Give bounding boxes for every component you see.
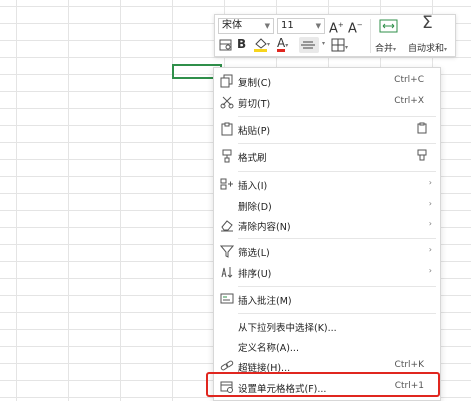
menu-item-label: 从下拉列表中选择(K)... [238,323,337,334]
format-cells-icon [219,39,232,51]
menu-item-define-name[interactable]: 定义名称(A)... [214,335,440,357]
decrease-font-icon: A [348,21,357,37]
menu-separator [238,286,436,287]
filter-icon [219,244,235,258]
eraser-icon [220,218,234,232]
bold-button[interactable]: B [237,37,246,51]
svg-text:▾: ▾ [345,44,348,51]
fill-color-icon: ▾ [254,38,270,52]
font-color-icon: A [277,36,286,52]
shortcut-label: Ctrl+K [394,360,424,370]
paste-icon [220,122,234,136]
svg-text:▾: ▾ [267,41,270,48]
menu-item-label: 删除(D) [238,202,272,213]
paste-options-icon[interactable] [416,122,428,137]
chevron-right-icon: › [428,266,432,275]
font-size-select[interactable]: 11 ▼ [277,18,325,34]
font-color-button[interactable]: A▾ [277,36,288,53]
autosum-label[interactable]: 自动求和▾ [408,41,447,54]
format-painter-pin-icon[interactable] [416,149,428,164]
menu-item-sort[interactable]: 排序(U) › [214,261,440,283]
increase-font-icon: A [329,21,338,37]
shortcut-label: Ctrl+C [394,75,424,85]
highlight-box [206,372,440,397]
menu-separator [238,116,436,117]
menu-item-label: 复制(C) [238,78,272,89]
autosum-label-text: 自动求和 [408,44,445,54]
chevron-down-icon: ▼ [315,22,321,30]
menu-item-insert-comment[interactable]: 插入批注(M) [214,288,440,310]
font-name-select[interactable]: 宋体 ▼ [218,18,274,34]
decrease-font-button[interactable]: A− [348,18,363,36]
fill-color-button[interactable]: ▾ [253,37,271,57]
menu-item-pick-from-list[interactable]: 从下拉列表中选择(K)... [214,315,440,337]
menu-item-copy[interactable]: 复制(C) Ctrl+C [214,70,440,92]
borders-button[interactable]: ▾ [331,37,351,57]
increase-font-button[interactable]: A+ [329,18,344,36]
chevron-right-icon: › [428,245,432,254]
menu-item-format-painter[interactable]: 格式刷 [214,145,440,167]
menu-item-label: 格式刷 [238,153,267,164]
borders-icon: ▾ [331,38,348,52]
autosum-icon[interactable]: Σ [422,13,433,33]
toolbar-separator [370,19,371,53]
menu-item-label: 定义名称(A)... [238,343,299,354]
insert-icon [220,177,234,191]
menu-item-paste[interactable]: 粘贴(P) [214,118,440,140]
menu-item-label: 排序(U) [238,269,272,280]
sort-icon [220,265,234,279]
chevron-right-icon: › [428,219,432,228]
format-cells-quick-button[interactable] [219,38,233,56]
mini-toolbar: 宋体 ▼ 11 ▼ A+ A− B ▾ A▾ ▾ ▾ 合并▾ Σ 自动求和▾ [214,14,456,57]
comment-icon [220,292,234,306]
menu-separator [238,171,436,172]
context-menu: 复制(C) Ctrl+C 剪切(T) Ctrl+X 粘贴(P) 格式刷 插入(I… [213,67,441,401]
chevron-down-icon: ▼ [264,22,270,30]
chevron-right-icon: › [428,199,432,208]
menu-item-label: 剪切(T) [238,99,271,110]
menu-item-delete[interactable]: 删除(D) › [214,194,440,216]
scissors-icon [220,95,234,109]
menu-item-label: 清除内容(N) [238,222,291,233]
menu-item-label: 筛选(L) [238,248,270,259]
menu-item-label: 插入批注(M) [238,296,292,307]
shortcut-label: Ctrl+X [394,96,424,106]
chevron-down-icon[interactable]: ▾ [322,37,325,51]
menu-item-label: 插入(I) [238,181,268,192]
align-button[interactable] [299,37,319,53]
menu-separator [238,313,436,314]
chevron-right-icon: › [428,178,432,187]
align-center-icon [301,41,315,49]
copy-icon [220,74,234,88]
sum-symbol: Σ [422,13,433,33]
menu-separator [238,238,436,239]
bold-icon: B [237,37,247,51]
format-painter-icon [220,149,234,163]
link-icon [220,359,234,373]
menu-item-filter[interactable]: 筛选(L) › [214,240,440,262]
merge-cells-icon [379,19,398,33]
merge-label-text: 合并 [375,44,394,54]
menu-item-cut[interactable]: 剪切(T) Ctrl+X [214,91,440,113]
merge-label[interactable]: 合并▾ [375,41,396,54]
menu-separator [238,143,436,144]
menu-item-label: 粘贴(P) [238,126,271,137]
font-name-value: 宋体 [222,20,242,31]
menu-item-insert[interactable]: 插入(I) › [214,173,440,195]
font-size-value: 11 [281,20,294,31]
merge-button[interactable] [379,18,399,38]
menu-item-clear[interactable]: 清除内容(N) › [214,214,440,236]
